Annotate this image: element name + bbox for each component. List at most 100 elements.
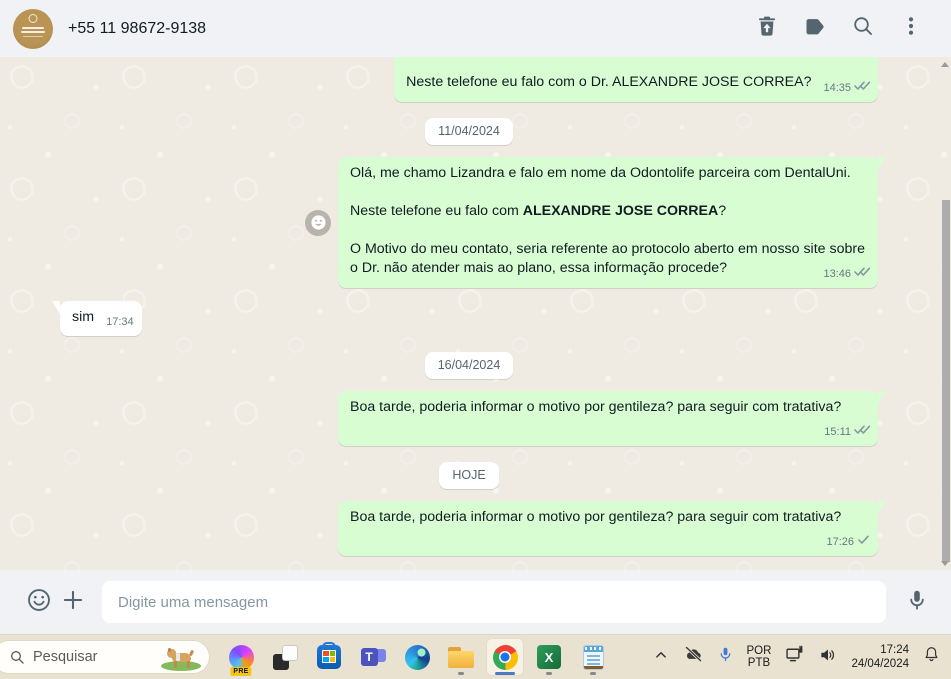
search-highlight-dog-image: [159, 641, 203, 673]
message-list: Neste telefone eu falo com o Dr. ALEXAND…: [0, 57, 951, 570]
excel-icon: X: [537, 645, 561, 669]
emoji-button[interactable]: [22, 585, 56, 619]
contact-avatar[interactable]: [13, 8, 53, 49]
react-emoji-button[interactable]: [305, 209, 331, 236]
scroll-down-arrow[interactable]: [941, 561, 949, 566]
chrome-icon: [492, 644, 518, 670]
microsoft-store-icon: [317, 645, 341, 669]
trash-restore-button[interactable]: [747, 9, 787, 49]
scrollbar: [941, 57, 951, 570]
taskbar-edge[interactable]: [398, 638, 436, 676]
search-icon: [851, 14, 875, 43]
message-incoming[interactable]: sim 17:34: [60, 301, 142, 336]
message-paragraph: Olá, me chamo Lizandra e falo em nome da…: [350, 165, 851, 181]
tray-display-button[interactable]: [784, 644, 805, 670]
message-paragraph: Neste telefone eu falo com ALEXANDRE JOS…: [350, 203, 727, 219]
search-icon: [9, 649, 25, 665]
tray-volume-button[interactable]: [818, 645, 838, 670]
message-row: sim 17:34: [60, 301, 878, 336]
contact-phone-title[interactable]: +55 11 98672-9138: [68, 20, 206, 38]
scroll-up-arrow[interactable]: [941, 62, 949, 67]
menu-button[interactable]: [891, 9, 931, 49]
notepad-icon: [582, 644, 604, 670]
taskbar-search-input[interactable]: [33, 649, 143, 665]
taskbar-notepad[interactable]: [574, 638, 612, 676]
message-time: 13:46: [823, 267, 851, 280]
copilot-pre-badge: PRE: [230, 667, 252, 676]
search-button[interactable]: [843, 9, 883, 49]
message-paragraph: O Motivo do meu contato, seria referente…: [350, 240, 871, 280]
date-divider-row: HOJE: [60, 462, 878, 489]
message-time: 15:11: [824, 425, 851, 438]
message-meta: 13:46: [823, 266, 871, 282]
message-row: Olá, me chamo Lizandra e falo em nome da…: [60, 157, 878, 288]
message-row: Boa tarde, poderia informar o motivo por…: [60, 501, 878, 556]
taskbar-search[interactable]: [0, 640, 210, 674]
message-input[interactable]: [102, 581, 886, 623]
message-row: Neste telefone eu falo com o Dr. ALEXAND…: [60, 57, 878, 102]
emoji-icon: [26, 587, 52, 618]
file-explorer-icon: [448, 646, 474, 668]
message-outgoing[interactable]: Neste telefone eu falo com o Dr. ALEXAND…: [394, 57, 878, 102]
volume-icon: [818, 645, 838, 670]
message-meta: 15:11: [824, 424, 871, 440]
tray-notifications-button[interactable]: [922, 645, 941, 669]
tray-chevron-up-button[interactable]: [652, 646, 670, 669]
task-view-icon: [272, 644, 298, 670]
date-divider-row: 16/04/2024: [60, 352, 878, 379]
display-icon: [784, 644, 805, 670]
date-divider: 11/04/2024: [425, 118, 513, 145]
taskbar-task-view[interactable]: [266, 638, 304, 676]
windows-taskbar: PRE T X: [0, 634, 951, 679]
message-text: Neste telefone eu falo com o Dr. ALEXAND…: [406, 74, 812, 90]
whatsapp-window: +55 11 98672-9138 Neste telefone eu falo…: [0, 0, 951, 679]
taskbar-microsoft-store[interactable]: [310, 638, 348, 676]
message-outgoing[interactable]: Boa tarde, poderia informar o motivo por…: [338, 501, 878, 556]
date-divider: 16/04/2024: [424, 352, 514, 379]
language-code: POR: [746, 645, 772, 657]
tray-onedrive-button[interactable]: [683, 644, 704, 670]
message-outgoing[interactable]: Boa tarde, poderia informar o motivo por…: [338, 391, 878, 446]
taskbar-teams[interactable]: T: [354, 638, 392, 676]
tray-mic-button[interactable]: [717, 646, 734, 668]
message-time: 17:26: [826, 535, 854, 548]
double-check-icon: [854, 266, 871, 282]
message-meta: 17:26: [826, 534, 870, 550]
double-check-icon: [854, 424, 871, 440]
message-time: 14:35: [823, 81, 851, 94]
taskbar-chrome[interactable]: [486, 638, 524, 676]
message-meta: 14:35: [823, 80, 871, 96]
edge-icon: [404, 644, 430, 670]
tray-language-switcher[interactable]: POR PTB: [747, 645, 772, 669]
message-meta: 17:34: [106, 315, 134, 330]
label-button[interactable]: [795, 9, 835, 49]
tray-clock[interactable]: 17:24 24/04/2024: [851, 643, 909, 671]
attach-button[interactable]: [56, 585, 90, 619]
voice-message-button[interactable]: [900, 585, 934, 619]
message-text: Boa tarde, poderia informar o motivo por…: [350, 399, 842, 415]
copilot-icon: [228, 644, 254, 670]
single-check-icon: [857, 534, 870, 550]
tray-mic-icon: [717, 646, 734, 668]
chat-header: +55 11 98672-9138: [0, 0, 951, 57]
taskbar-excel[interactable]: X: [530, 638, 568, 676]
language-keyboard: PTB: [747, 657, 771, 669]
plus-icon: [60, 587, 86, 618]
clock-time: 17:24: [880, 644, 909, 656]
mic-icon: [905, 588, 929, 617]
label-icon: [803, 14, 827, 43]
clock-date: 24/04/2024: [851, 658, 909, 670]
message-outgoing[interactable]: Olá, me chamo Lizandra e falo em nome da…: [338, 157, 878, 288]
kebab-menu-icon: [899, 14, 923, 43]
taskbar-copilot[interactable]: PRE: [222, 638, 260, 676]
trash-restore-icon: [755, 14, 779, 43]
header-actions: [747, 9, 931, 49]
date-divider-today: HOJE: [439, 462, 499, 489]
onedrive-paused-icon: [683, 644, 704, 670]
system-tray: POR PTB 17:24 24/04/2024: [652, 643, 951, 671]
taskbar-file-explorer[interactable]: [442, 638, 480, 676]
teams-icon: T: [360, 645, 386, 670]
scrollbar-thumb[interactable]: [942, 200, 950, 562]
date-divider-row: 11/04/2024: [60, 118, 878, 145]
taskbar-apps: PRE T X: [222, 638, 612, 676]
